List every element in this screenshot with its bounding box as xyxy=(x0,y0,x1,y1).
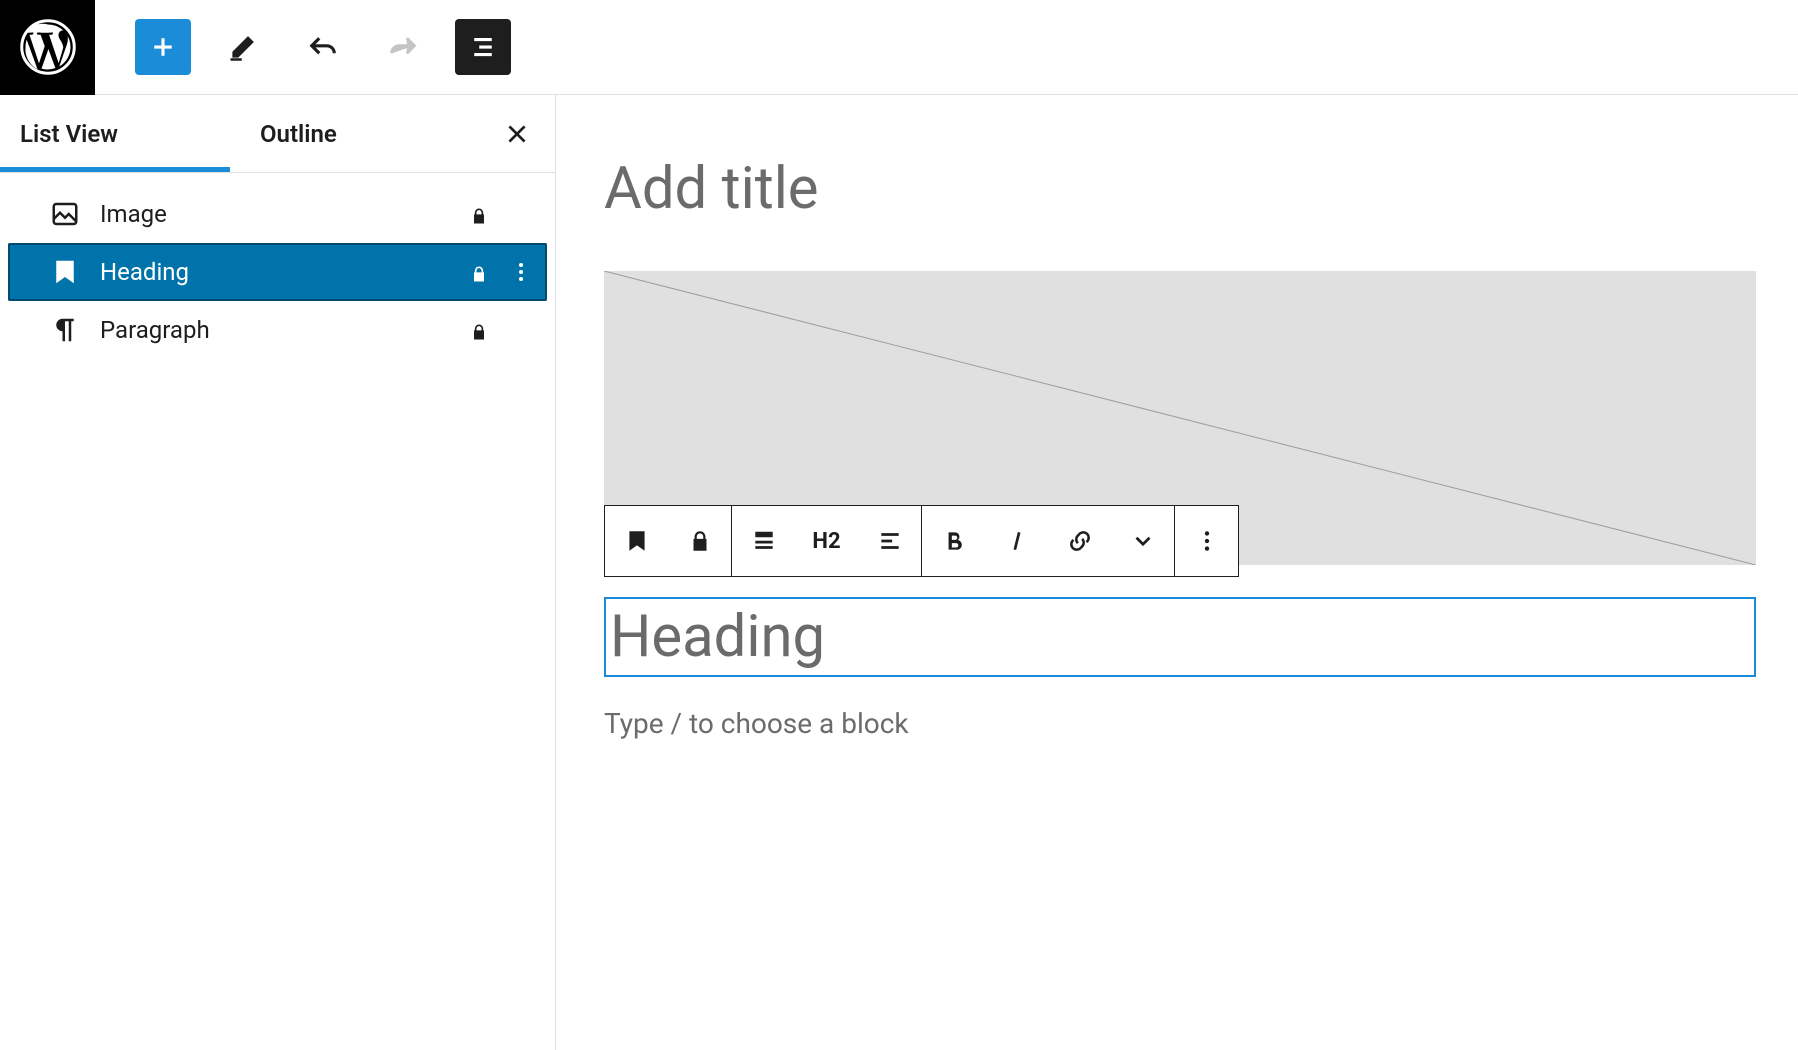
plus-icon xyxy=(148,32,178,62)
image-block-icon xyxy=(50,199,80,229)
block-list: Image Heading xyxy=(0,173,555,371)
redo-icon xyxy=(388,32,418,62)
block-type-button[interactable] xyxy=(605,506,668,576)
close-icon xyxy=(504,121,530,147)
align-button[interactable] xyxy=(732,506,795,576)
heading-block-icon xyxy=(624,528,650,554)
heading-block-input[interactable]: Heading xyxy=(604,597,1756,677)
lock-icon xyxy=(687,528,713,554)
lock-icon xyxy=(469,320,489,340)
bold-button[interactable] xyxy=(922,506,985,576)
list-item-image[interactable]: Image xyxy=(8,185,547,243)
sidebar-tabs: List View Outline xyxy=(0,95,555,173)
wordpress-logo-button[interactable] xyxy=(0,0,95,95)
block-toolbar: H2 xyxy=(604,505,1239,577)
more-options-button[interactable] xyxy=(509,260,533,284)
wordpress-logo-icon xyxy=(18,17,78,77)
list-item-label: Image xyxy=(100,200,449,228)
editor-topbar xyxy=(0,0,1798,95)
paragraph-block-icon xyxy=(50,315,80,345)
list-item-label: Heading xyxy=(100,258,449,286)
text-align-icon xyxy=(877,528,903,554)
close-panel-button[interactable] xyxy=(489,106,545,162)
document-overview-button[interactable] xyxy=(455,19,511,75)
more-rich-text-button[interactable] xyxy=(1111,506,1174,576)
block-more-options-button[interactable] xyxy=(1175,506,1238,576)
undo-button[interactable] xyxy=(295,19,351,75)
pencil-icon xyxy=(228,32,258,62)
block-lock-button[interactable] xyxy=(668,506,731,576)
chevron-down-icon xyxy=(1130,528,1156,554)
post-title-input[interactable]: Add title xyxy=(604,155,1756,223)
editor-canvas: Add title H2 xyxy=(556,95,1798,1050)
heading-block-icon xyxy=(50,257,80,287)
list-item-heading[interactable]: Heading xyxy=(8,243,547,301)
paragraph-block-input[interactable]: Type / to choose a block xyxy=(604,707,1756,740)
more-vertical-icon xyxy=(509,260,533,284)
link-button[interactable] xyxy=(1048,506,1111,576)
align-icon xyxy=(751,528,777,554)
bold-icon xyxy=(941,528,967,554)
list-view-icon xyxy=(468,32,498,62)
list-item-paragraph[interactable]: Paragraph xyxy=(8,301,547,359)
lock-icon xyxy=(469,204,489,224)
list-item-label: Paragraph xyxy=(100,316,449,344)
document-overview-panel: List View Outline Image He xyxy=(0,95,556,1050)
italic-icon xyxy=(1004,528,1030,554)
link-icon xyxy=(1067,528,1093,554)
more-vertical-icon xyxy=(1194,528,1220,554)
text-align-button[interactable] xyxy=(858,506,921,576)
main-area: List View Outline Image He xyxy=(0,95,1798,1050)
tab-list-view[interactable]: List View xyxy=(0,95,230,172)
lock-icon xyxy=(469,262,489,282)
tab-outline[interactable]: Outline xyxy=(230,95,489,172)
redo-button[interactable] xyxy=(375,19,431,75)
top-actions xyxy=(95,19,511,75)
undo-icon xyxy=(308,32,338,62)
add-block-button[interactable] xyxy=(135,19,191,75)
italic-button[interactable] xyxy=(985,506,1048,576)
heading-level-button[interactable]: H2 xyxy=(795,506,858,576)
tools-modes-button[interactable] xyxy=(215,19,271,75)
